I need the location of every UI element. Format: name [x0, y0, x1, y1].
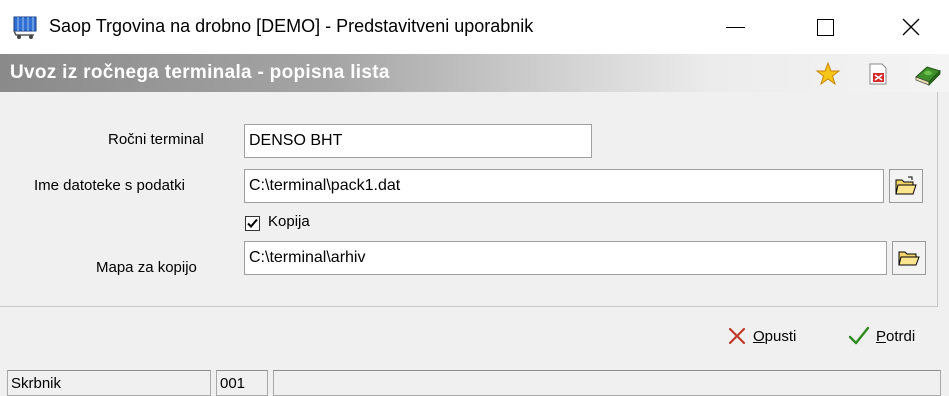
cancel-button-label: Opusti [753, 327, 797, 345]
star-icon[interactable] [815, 61, 841, 87]
maximize-button[interactable] [795, 0, 855, 54]
close-icon [902, 18, 920, 36]
form-title: Uvoz iz ročnega terminala - popisna list… [10, 62, 390, 83]
status-code: 001 [216, 370, 268, 396]
terminal-field[interactable]: DENSO BHT [244, 124, 592, 158]
datafile-browse-button[interactable] [889, 169, 923, 203]
shopping-cart-icon [12, 14, 38, 40]
status-message [273, 370, 941, 396]
form-header: Uvoz iz ročnega terminala - popisna list… [0, 54, 949, 92]
copy-checkbox-label[interactable]: Kopija [268, 213, 310, 230]
terminal-label: Ročni terminal [108, 131, 204, 148]
copy-checkbox[interactable] [245, 216, 260, 231]
cancel-button[interactable]: Opusti [727, 322, 796, 350]
open-file-icon [895, 176, 917, 195]
x-icon [728, 327, 746, 345]
minimize-button[interactable] [705, 0, 765, 54]
confirm-button[interactable]: Potrdi [848, 322, 915, 350]
form-separator [0, 306, 938, 307]
close-button[interactable] [881, 0, 941, 54]
open-folder-icon [898, 251, 920, 266]
window-title: Saop Trgovina na drobno [DEMO] - Predsta… [49, 16, 534, 36]
help-book-icon[interactable] [913, 61, 941, 87]
datafile-label: Ime datoteke s podatki [34, 177, 185, 194]
checkmark-icon [848, 326, 870, 345]
check-mark-icon [247, 218, 258, 228]
copy-folder-browse-button[interactable] [892, 241, 926, 275]
copy-folder-label: Mapa za kopijo [96, 259, 197, 276]
window-title-bar: Saop Trgovina na drobno [DEMO] - Predsta… [0, 0, 949, 54]
copy-folder-field[interactable]: C:\terminal\arhiv [244, 241, 887, 275]
datafile-field[interactable]: C:\terminal\pack1.dat [244, 169, 884, 203]
status-user: Skrbnik [7, 370, 211, 396]
minimize-icon [725, 26, 745, 28]
confirm-button-label: Potrdi [876, 327, 916, 345]
maximize-icon [816, 18, 834, 36]
pdf-document-icon[interactable] [865, 61, 891, 87]
